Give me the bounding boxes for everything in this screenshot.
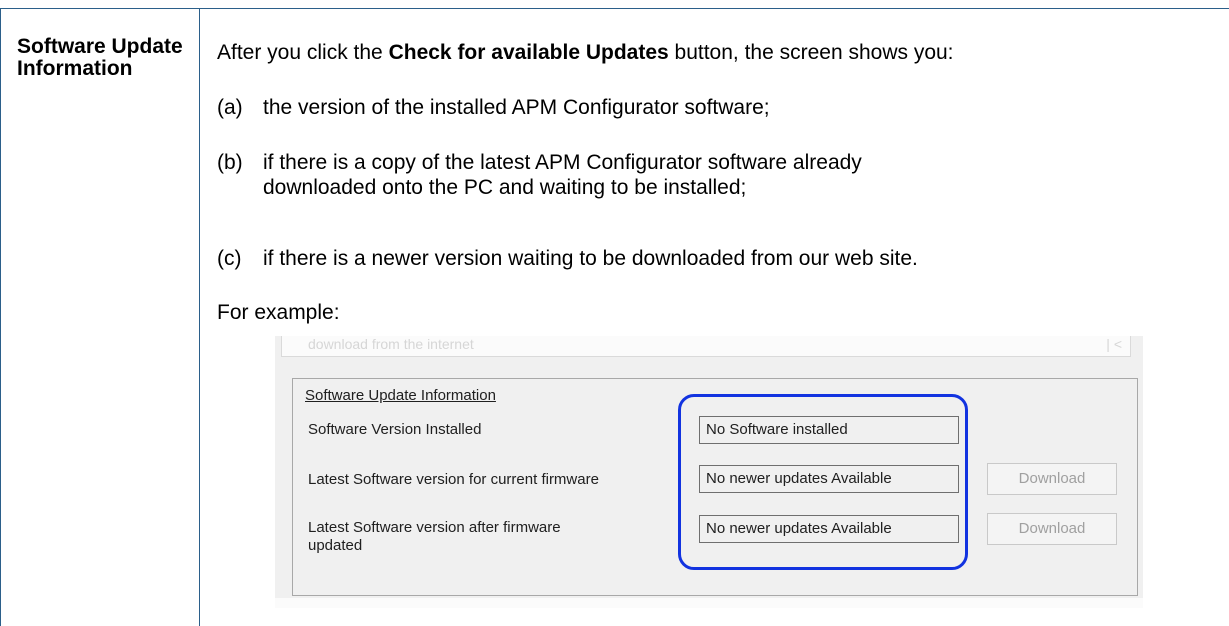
blue-highlight-outline [678, 394, 968, 570]
table-left-border [0, 8, 1, 626]
download-button-current-firmware[interactable]: Download [987, 463, 1117, 495]
latest-after-firmware-label: Latest Software version after firmware u… [308, 519, 561, 554]
example-screenshot: download from the internet | < Software … [275, 336, 1143, 608]
button-name-emphasis: Check for available Updates [388, 41, 669, 64]
faint-glyph: | < [1106, 336, 1122, 352]
table-top-border [0, 8, 1229, 9]
software-version-installed-label: Software Version Installed [308, 421, 482, 438]
list-item-a: (a) the version of the installed APM Conf… [217, 96, 770, 119]
example-label: For example: [217, 301, 340, 324]
cropped-panel-strip: download from the internet | < [281, 336, 1131, 357]
latest-current-firmware-label: Latest Software version for current firm… [308, 471, 599, 488]
download-button-after-firmware[interactable]: Download [987, 513, 1117, 545]
intro-paragraph: After you click the Check for available … [217, 41, 954, 64]
group-title: Software Update Information [305, 387, 496, 404]
panel-bottom-strip [275, 598, 1143, 608]
list-item-b: (b) if there is a copy of the latest APM … [217, 151, 862, 199]
table-column-divider [199, 8, 200, 626]
row-heading: Software Update Information [17, 35, 183, 80]
list-item-c: (c) if there is a newer version waiting t… [217, 247, 918, 270]
